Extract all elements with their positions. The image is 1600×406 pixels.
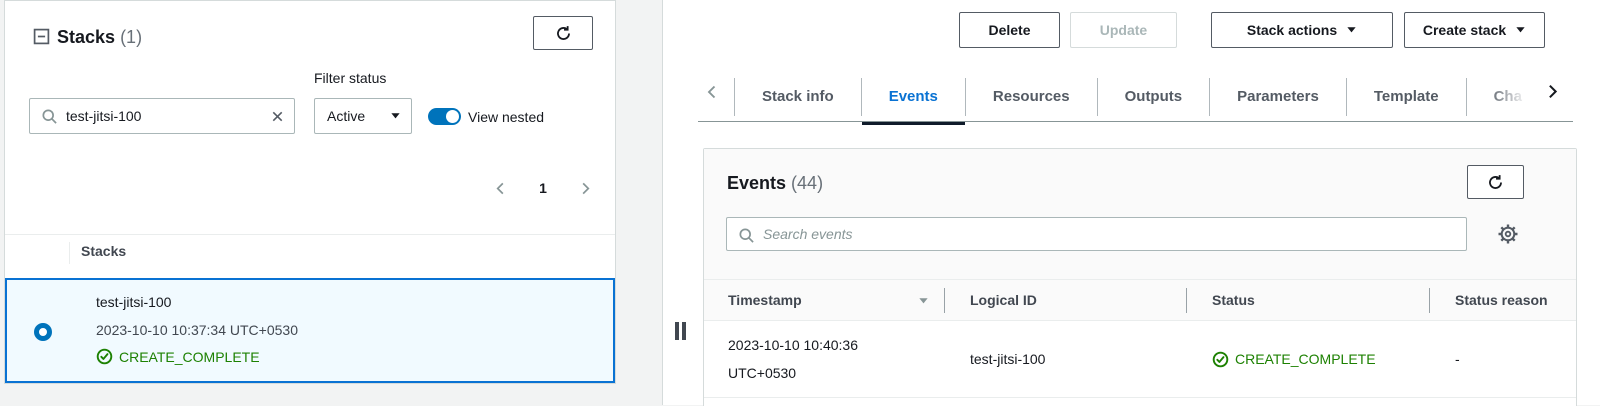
column-status[interactable]: Status bbox=[1186, 280, 1429, 320]
create-stack-button[interactable]: Create stack bbox=[1404, 12, 1545, 48]
column-logical-id[interactable]: Logical ID bbox=[944, 280, 1186, 320]
events-title: Events (44) bbox=[727, 170, 823, 196]
events-title-text: Events bbox=[727, 173, 787, 193]
refresh-icon bbox=[555, 25, 572, 42]
caret-down-icon bbox=[1515, 22, 1526, 38]
stacks-search-input[interactable] bbox=[66, 99, 264, 133]
clear-search-icon[interactable] bbox=[270, 109, 285, 124]
stack-actions-label: Stack actions bbox=[1246, 22, 1338, 38]
stack-actions-button[interactable]: Stack actions bbox=[1211, 12, 1393, 48]
tabs-scroll-left-icon[interactable] bbox=[704, 84, 720, 100]
gear-icon[interactable] bbox=[1497, 223, 1519, 245]
tab-resources[interactable]: Resources bbox=[964, 78, 1097, 116]
stack-name[interactable]: test-jitsi-100 bbox=[96, 292, 171, 312]
stack-row-selected[interactable]: test-jitsi-100 2023-10-10 10:37:34 UTC+0… bbox=[5, 278, 615, 383]
next-page-icon[interactable] bbox=[578, 181, 593, 196]
stack-created-timestamp: 2023-10-10 10:37:34 UTC+0530 bbox=[96, 322, 298, 338]
stacks-refresh-button[interactable] bbox=[533, 16, 593, 50]
stacks-panel-title: Stacks (1) bbox=[57, 25, 142, 49]
search-icon bbox=[738, 227, 755, 244]
stack-detail-pane: Delete Update Stack actions Create stack… bbox=[698, 0, 1600, 406]
radio-selected-icon[interactable] bbox=[34, 323, 52, 341]
stacks-count: (1) bbox=[120, 27, 143, 47]
events-refresh-button[interactable] bbox=[1467, 165, 1524, 199]
event-row[interactable]: 2023-10-10 10:40:36 UTC+0530 test-jitsi-… bbox=[704, 321, 1576, 398]
drag-handle-icon[interactable] bbox=[675, 322, 686, 340]
list-divider bbox=[5, 234, 615, 235]
filter-status-label: Filter status bbox=[314, 70, 387, 86]
tab-parameters[interactable]: Parameters bbox=[1209, 78, 1346, 116]
tabs-baseline bbox=[698, 121, 1573, 122]
event-logical-id: test-jitsi-100 bbox=[970, 351, 1046, 367]
delete-button[interactable]: Delete bbox=[959, 12, 1060, 48]
tabs-scroll-right-icon[interactable] bbox=[1544, 83, 1561, 100]
status-filter-select[interactable]: Active bbox=[314, 98, 412, 134]
events-search-input[interactable] bbox=[763, 218, 1436, 250]
detail-tabs: Stack info Events Resources Outputs Para… bbox=[734, 73, 1549, 125]
caret-down-icon bbox=[1346, 22, 1357, 38]
events-header: Events (44) bbox=[704, 149, 1576, 280]
search-icon bbox=[41, 108, 58, 125]
split-pane-divider[interactable] bbox=[662, 0, 698, 405]
stacks-pagination: 1 bbox=[493, 176, 593, 200]
tab-stack-info[interactable]: Stack info bbox=[734, 78, 861, 116]
collapse-panel-icon[interactable] bbox=[33, 28, 50, 45]
update-button[interactable]: Update bbox=[1070, 12, 1177, 48]
tab-outputs[interactable]: Outputs bbox=[1096, 78, 1210, 116]
refresh-icon bbox=[1487, 174, 1504, 191]
event-timestamp: 2023-10-10 10:40:36 UTC+0530 bbox=[728, 337, 858, 381]
events-count: (44) bbox=[791, 173, 824, 193]
stacks-panel: Stacks (1) Filter status Active View nes… bbox=[4, 0, 616, 384]
event-status: CREATE_COMPLETE bbox=[1186, 321, 1429, 397]
column-status-reason[interactable]: Status reason bbox=[1429, 280, 1576, 320]
tab-change-sets-truncated[interactable]: Cha bbox=[1465, 78, 1549, 116]
tab-template[interactable]: Template bbox=[1345, 78, 1466, 116]
stacks-search-box bbox=[29, 98, 295, 134]
check-circle-icon bbox=[96, 348, 113, 365]
view-nested-label: View nested bbox=[468, 109, 545, 125]
stacks-list-header: Stacks bbox=[81, 243, 127, 259]
page-number[interactable]: 1 bbox=[539, 180, 547, 196]
stack-status: CREATE_COMPLETE bbox=[96, 348, 260, 365]
caret-down-icon bbox=[390, 108, 401, 124]
sort-descending-icon[interactable] bbox=[918, 295, 929, 306]
events-search-box bbox=[726, 217, 1467, 251]
event-status-text: CREATE_COMPLETE bbox=[1235, 351, 1376, 367]
tab-events[interactable]: Events bbox=[860, 78, 966, 125]
prev-page-icon[interactable] bbox=[493, 181, 508, 196]
status-filter-value: Active bbox=[327, 108, 366, 124]
toggle-knob bbox=[446, 110, 459, 123]
check-circle-icon bbox=[1212, 351, 1229, 368]
events-container: Events (44) Search events Timestamp Logi… bbox=[703, 148, 1577, 406]
column-timestamp[interactable]: Timestamp bbox=[704, 280, 944, 320]
list-column-divider bbox=[69, 242, 70, 264]
stack-status-text: CREATE_COMPLETE bbox=[119, 348, 260, 365]
events-table-header: Timestamp Logical ID Status Status reaso… bbox=[704, 280, 1576, 321]
event-status-reason: - bbox=[1455, 351, 1460, 367]
create-stack-label: Create stack bbox=[1422, 22, 1507, 38]
view-nested-toggle[interactable] bbox=[428, 108, 461, 125]
stacks-title-text: Stacks bbox=[57, 27, 116, 47]
